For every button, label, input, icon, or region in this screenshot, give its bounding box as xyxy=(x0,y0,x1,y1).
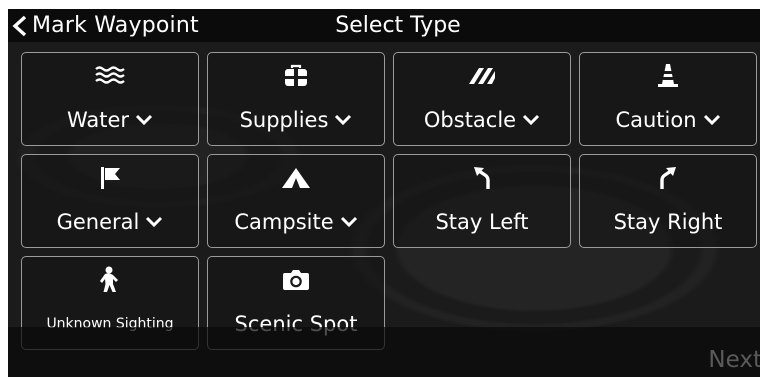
turn-right-arrow-icon xyxy=(580,165,756,191)
tile-stay-left[interactable]: Stay Left xyxy=(393,154,571,248)
chevron-down-icon xyxy=(523,114,540,126)
supplies-icon xyxy=(208,63,384,89)
tile-label: General xyxy=(56,210,140,234)
caution-cone-icon xyxy=(580,63,756,89)
tile-label: Caution xyxy=(615,108,697,132)
tile-obstacle[interactable]: Obstacle xyxy=(393,52,571,146)
flag-icon xyxy=(22,165,198,191)
chevron-down-icon xyxy=(340,216,357,228)
chevron-down-icon xyxy=(335,114,352,126)
tile-water[interactable]: Water xyxy=(21,52,199,146)
tile-campsite[interactable]: Campsite xyxy=(207,154,385,248)
chevron-down-icon xyxy=(146,216,163,228)
top-bar: Mark Waypoint Select Type xyxy=(8,9,760,42)
bigfoot-icon xyxy=(22,266,198,293)
chevron-down-icon xyxy=(135,114,153,126)
tile-label: Water xyxy=(66,108,130,132)
tile-supplies[interactable]: Supplies xyxy=(207,52,385,146)
camera-icon xyxy=(208,267,384,293)
water-icon xyxy=(22,63,198,89)
turn-left-arrow-icon xyxy=(394,165,570,191)
tile-label: Supplies xyxy=(239,108,329,132)
tile-label: Obstacle xyxy=(423,108,517,132)
tile-stay-right[interactable]: Stay Right xyxy=(579,154,757,248)
obstacle-icon xyxy=(394,63,570,89)
tile-general[interactable]: General xyxy=(21,154,199,248)
bottom-bar xyxy=(8,327,760,377)
tile-label: Stay Left xyxy=(435,210,529,234)
tile-label: Campsite xyxy=(234,210,334,234)
page-title: Select Type xyxy=(335,13,461,38)
tile-label: Stay Right xyxy=(613,210,723,234)
chevron-down-icon xyxy=(703,114,720,126)
tent-icon xyxy=(208,165,384,191)
tile-caution[interactable]: Caution xyxy=(579,52,757,146)
waypoint-type-screen: Mark Waypoint Select Type Water Supplies… xyxy=(8,9,760,377)
next-button[interactable]: Next xyxy=(708,347,760,373)
